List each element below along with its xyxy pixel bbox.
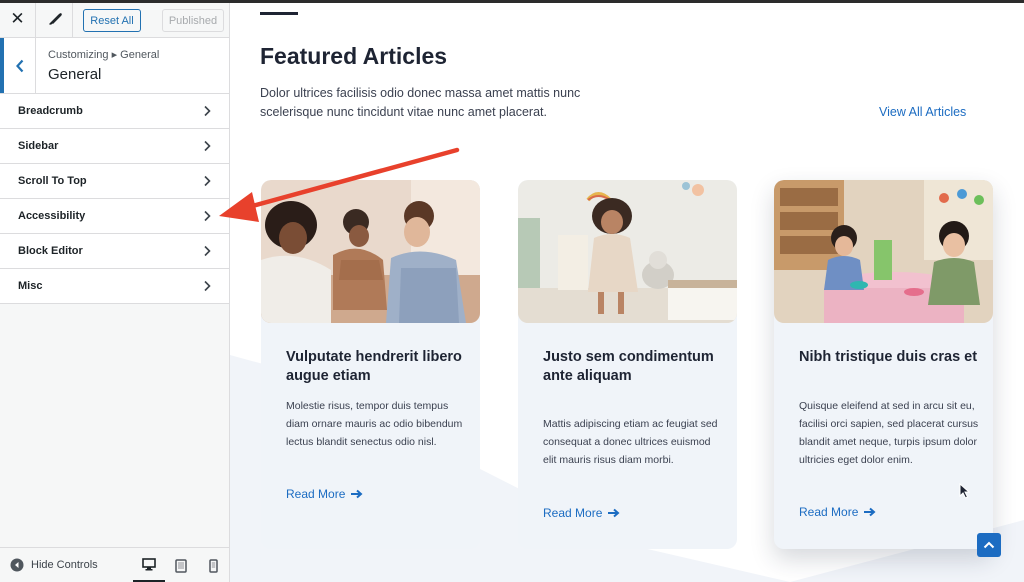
mobile-preview-button[interactable]: [197, 548, 229, 582]
customizer-footer: Hide Controls: [0, 547, 229, 582]
reset-all-button[interactable]: Reset All: [83, 9, 141, 32]
classroom-photo: [774, 180, 993, 323]
read-more-label: Read More: [286, 487, 346, 501]
tablet-icon: [175, 558, 187, 573]
card-image[interactable]: [774, 180, 993, 323]
view-all-articles-link[interactable]: View All Articles: [879, 105, 966, 119]
chevron-right-icon: [204, 210, 211, 222]
child-dancing-photo: [518, 180, 737, 323]
collapse-icon: [10, 558, 24, 572]
card-title[interactable]: Justo sem condimentum ante aliquam: [543, 348, 723, 386]
sidebar-item-label: Scroll To Top: [18, 175, 87, 187]
sidebar-item-breadcrumb[interactable]: Breadcrumb: [0, 94, 229, 129]
sidebar-item-misc[interactable]: Misc: [0, 269, 229, 304]
customizer-sidebar: ✕ Reset All Published Customizing ▸ Gene…: [0, 0, 230, 582]
chevron-right-icon: [204, 140, 211, 152]
read-more-label: Read More: [799, 505, 859, 519]
sidebar-item-label: Misc: [18, 280, 43, 292]
close-icon[interactable]: ✕: [0, 0, 36, 38]
sidebar-item-sidebar[interactable]: Sidebar: [0, 129, 229, 164]
sidebar-item-label: Block Editor: [18, 245, 83, 257]
chevron-left-icon: [15, 59, 23, 72]
chevron-right-icon: [204, 280, 211, 292]
sidebar-item-label: Breadcrumb: [18, 105, 83, 117]
chevron-right-icon: [204, 105, 211, 117]
article-card: Vulputate hendrerit libero augue etiam M…: [261, 180, 480, 549]
top-border: [0, 0, 1024, 3]
sidebar-item-scroll-to-top[interactable]: Scroll To Top: [0, 164, 229, 199]
read-more-label: Read More: [543, 506, 603, 520]
tablet-preview-button[interactable]: [165, 548, 197, 582]
sidebar-item-label: Sidebar: [18, 140, 59, 152]
chevron-right-icon: [204, 175, 211, 187]
read-more-link[interactable]: Read More: [543, 506, 620, 520]
arrow-right-icon: [351, 489, 363, 499]
card-title[interactable]: Nibh tristique duis cras et: [799, 348, 979, 367]
mouse-cursor-icon: [959, 483, 971, 499]
featured-title: Featured Articles: [260, 43, 448, 69]
card-excerpt: Quisque eleifend at sed in arcu sit eu, …: [799, 400, 979, 466]
site-preview: Featured Articles Dolor ultrices facilis…: [230, 0, 1024, 582]
family-photo: [261, 180, 480, 323]
sidebar-item-label: Accessibility: [18, 210, 86, 222]
hide-controls-label: Hide Controls: [31, 559, 98, 571]
section-header: Customizing ▸ General General: [0, 38, 229, 94]
mobile-icon: [208, 558, 218, 573]
read-more-link[interactable]: Read More: [286, 487, 363, 501]
scroll-to-top-button[interactable]: [977, 533, 1001, 557]
card-image[interactable]: [518, 180, 737, 323]
section-list: Breadcrumb Sidebar Scroll To Top Accessi…: [0, 94, 229, 304]
featured-description: Dolor ultrices facilisis odio donec mass…: [260, 86, 581, 119]
title-accent-rule: [260, 12, 298, 15]
desktop-preview-button[interactable]: [133, 548, 165, 582]
card-title[interactable]: Vulputate hendrerit libero augue etiam: [286, 348, 466, 386]
card-image[interactable]: [261, 180, 480, 323]
chevron-up-icon: [983, 541, 995, 549]
chevron-right-icon: [204, 245, 211, 257]
sidebar-item-accessibility[interactable]: Accessibility: [0, 199, 229, 234]
hide-controls-button[interactable]: Hide Controls: [10, 558, 98, 572]
sidebar-item-block-editor[interactable]: Block Editor: [0, 234, 229, 269]
brush-icon[interactable]: [37, 0, 73, 38]
desktop-icon: [142, 557, 156, 570]
read-more-link[interactable]: Read More: [799, 505, 876, 519]
article-card: Justo sem condimentum ante aliquam Matti…: [518, 180, 737, 549]
card-excerpt: Mattis adipiscing etiam ac feugiat sed c…: [543, 418, 718, 466]
published-button[interactable]: Published: [162, 9, 224, 32]
back-button[interactable]: [0, 38, 36, 93]
customizer-header: ✕ Reset All Published: [0, 0, 229, 38]
arrow-right-icon: [608, 508, 620, 518]
section-title: General: [48, 66, 102, 83]
card-excerpt: Molestie risus, tempor duis tempus diam …: [286, 400, 463, 448]
breadcrumb: Customizing ▸ General: [48, 49, 160, 61]
arrow-right-icon: [864, 507, 876, 517]
